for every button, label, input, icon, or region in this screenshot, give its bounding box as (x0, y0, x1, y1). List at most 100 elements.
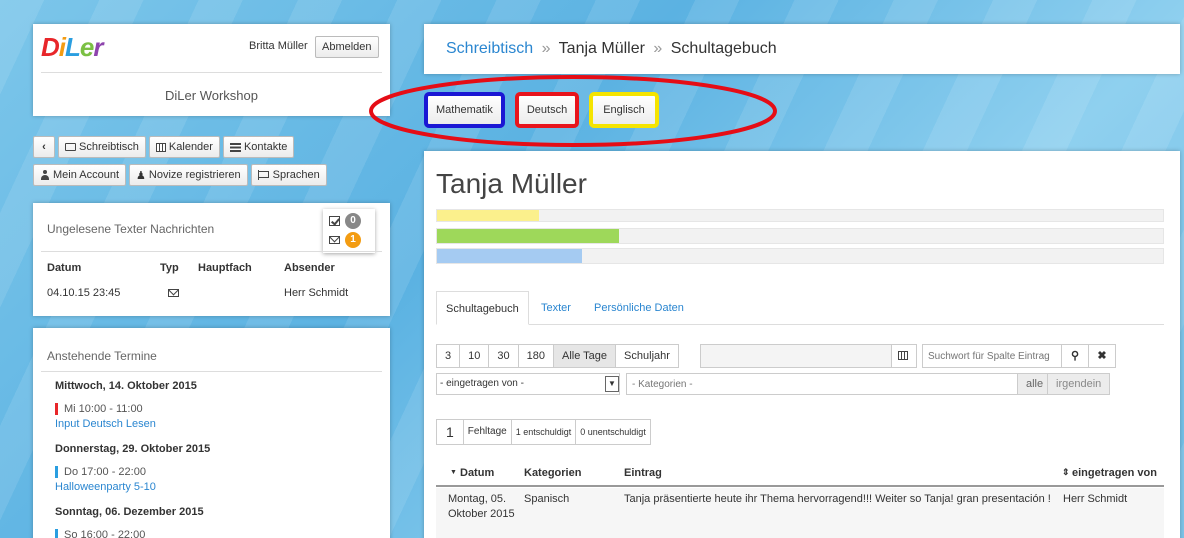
tab-schultagebuch[interactable]: Schultagebuch (436, 291, 529, 325)
range-3-button[interactable]: 3 (436, 344, 461, 368)
row-category: Spanisch (524, 493, 570, 505)
breadcrumb-student[interactable]: Tanja Müller (559, 40, 645, 57)
events-title: Anstehende Termine (47, 349, 157, 363)
person-icon: ♟ (136, 169, 146, 182)
col-datum: Datum (47, 262, 82, 274)
user-icon (40, 170, 50, 180)
event-time: So 16:00 - 22:00 (55, 529, 145, 538)
col-entry-header[interactable]: Eintrag (624, 467, 662, 479)
search-input[interactable] (922, 344, 1062, 368)
category-input[interactable] (626, 373, 1018, 395)
divider (41, 72, 382, 73)
event-day-heading: Sonntag, 06. Dezember 2015 (55, 506, 204, 518)
sort-desc-icon: ▼ (450, 469, 457, 476)
message-counters: 0 1 (323, 209, 375, 253)
range-all-button[interactable]: Alle Tage (552, 344, 617, 368)
breadcrumb-separator: » (653, 40, 663, 57)
mail-icon (168, 289, 179, 297)
unread-count-badge: 1 (345, 232, 361, 248)
range-buttons: 3 10 30 180 Alle Tage Schuljahr (436, 344, 679, 368)
range-schoolyear-button[interactable]: Schuljahr (615, 344, 679, 368)
nav-account-button[interactable]: Mein Account (33, 164, 127, 186)
header-panel: DiLer Britta Müller Abmelden DiLer Works… (33, 24, 390, 116)
match-any-button[interactable]: irgendein (1047, 373, 1111, 395)
event-link[interactable]: Halloweenparty 5-10 (55, 481, 156, 493)
envelope-icon (329, 236, 340, 244)
read-counter[interactable]: 0 (329, 213, 369, 229)
unread-counter[interactable]: 1 (329, 232, 369, 248)
absence-stats: 1 Fehltage 1 entschuldigt 0 unentschuldi… (436, 419, 651, 445)
col-author-header[interactable]: eingetragen von (1072, 467, 1157, 479)
table-header: ▼ Datum Kategorien Eintrag ⇕ eingetragen… (436, 463, 1164, 487)
progress-bar-green (437, 229, 619, 243)
tab-texter[interactable]: Texter (532, 291, 580, 325)
nav-desk-button[interactable]: Schreibtisch (58, 136, 146, 158)
row-author: Herr Schmidt (1063, 493, 1128, 505)
nav-novice-label: Novize registrieren (148, 169, 241, 181)
student-name: Tanja Müller (436, 168, 587, 199)
progress-bar-blue (437, 249, 583, 263)
subject-englisch-button[interactable]: Englisch (589, 92, 659, 128)
user-name: Britta Müller (249, 40, 308, 52)
sort-icon: ⇕ (1062, 467, 1070, 477)
search-icon: ⚲ (1070, 350, 1080, 362)
breadcrumb-desk-link[interactable]: Schreibtisch (446, 40, 533, 57)
nav-languages-button[interactable]: Sprachen (250, 164, 327, 186)
close-icon: ✖ (1097, 350, 1107, 362)
unexcused-count: 0 unentschuldigt (580, 427, 646, 437)
nav-calendar-button[interactable]: Kalender (148, 136, 220, 158)
subject-deutsch-button[interactable]: Deutsch (514, 92, 580, 128)
event-day-heading: Donnerstag, 29. Oktober 2015 (55, 443, 211, 455)
logout-button[interactable]: Abmelden (315, 36, 379, 58)
read-count-badge: 0 (345, 213, 361, 229)
date-range-input[interactable] (700, 344, 892, 368)
progress-track (436, 228, 1164, 244)
event-time: Do 17:00 - 22:00 (55, 466, 146, 478)
chevron-left-icon: ‹ (42, 141, 46, 153)
back-button[interactable]: ‹ (33, 136, 55, 158)
breadcrumb: Schreibtisch » Tanja Müller » Schultageb… (446, 40, 777, 58)
site-name: DiLer Workshop (165, 88, 258, 103)
date-picker-button[interactable] (891, 344, 917, 368)
row-date-line1: Montag, 05. (448, 493, 507, 505)
events-divider (41, 371, 382, 372)
progress-track (436, 248, 1164, 264)
messages-panel: Ungelesene Texter Nachrichten 0 1 Datum … (33, 203, 390, 316)
nav-calendar-label: Kalender (168, 141, 213, 153)
nav-languages-label: Sprachen (272, 169, 320, 181)
progress-track (436, 209, 1164, 222)
tab-personal-data[interactable]: Persönliche Daten (585, 291, 693, 325)
range-10-button[interactable]: 10 (459, 344, 490, 368)
breadcrumb-page: Schultagebuch (670, 40, 777, 57)
clear-search-button[interactable]: ✖ (1088, 344, 1116, 368)
main-panel: Tanja Müller Schultagebuch Texter Persön… (424, 151, 1180, 538)
author-select[interactable]: - eingetragen von - ▼ (436, 373, 620, 395)
chevron-down-icon: ▼ (605, 376, 619, 392)
nav-contacts-label: Kontakte (243, 141, 288, 153)
range-30-button[interactable]: 30 (488, 344, 519, 368)
nav-contacts-button[interactable]: Kontakte (222, 136, 295, 158)
monitor-icon (65, 143, 76, 151)
calendar-icon (155, 142, 166, 152)
col-absender: Absender (284, 262, 335, 274)
event-day-heading: Mittwoch, 14. Oktober 2015 (55, 380, 197, 392)
breadcrumb-separator: » (541, 40, 551, 57)
diler-logo[interactable]: DiLer (41, 32, 104, 63)
calendar-icon (898, 351, 908, 360)
message-sender: Herr Schmidt (284, 287, 349, 299)
subject-buttons: Mathematik Deutsch Englisch (424, 92, 659, 128)
col-category-header[interactable]: Kategorien (524, 467, 581, 479)
nav-novice-button[interactable]: ♟ Novize registrieren (129, 164, 248, 186)
entry-count: 1 (437, 420, 464, 444)
col-date-header[interactable]: Datum (460, 467, 494, 479)
search-button[interactable]: ⚲ (1061, 344, 1089, 368)
table-row[interactable]: Montag, 05. Oktober 2015 Spanisch Tanja … (436, 488, 1164, 538)
excused-count: 1 entschuldigt (512, 420, 577, 444)
list-icon (229, 142, 241, 152)
events-panel: Anstehende Termine Mittwoch, 14. Oktober… (33, 328, 390, 538)
nav-desk-label: Schreibtisch (79, 141, 139, 153)
range-180-button[interactable]: 180 (517, 344, 554, 368)
subject-mathematik-button[interactable]: Mathematik (424, 92, 505, 128)
col-typ: Typ (160, 262, 179, 274)
event-link[interactable]: Input Deutsch Lesen (55, 418, 156, 430)
